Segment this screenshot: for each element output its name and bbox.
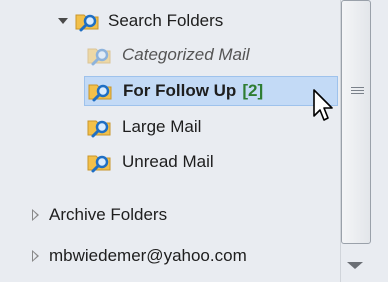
tree-item-archive-folders[interactable]: Archive Folders [32, 202, 167, 228]
tree-item-label: Search Folders [108, 11, 224, 30]
tree-item-label: Large Mail [122, 117, 202, 136]
search-folder-icon [88, 84, 112, 102]
search-folder-icon [87, 120, 111, 138]
vertical-scrollbar[interactable] [340, 0, 377, 282]
tree-item-label: mbwiedemer@yahoo.com [49, 246, 247, 265]
tree-item-label: Archive Folders [49, 205, 168, 224]
tree-item-label: Unread Mail [122, 152, 214, 171]
mouse-pointer-icon [313, 89, 333, 121]
tree-item-for-follow-up[interactable]: For Follow Up [2] [84, 76, 338, 106]
grip-icon [351, 87, 364, 96]
tree-item-large-mail[interactable]: Large Mail [86, 114, 201, 140]
search-folder-icon [75, 14, 99, 32]
scroll-down-arrow-icon[interactable] [347, 262, 363, 269]
tree-item-unread-mail[interactable]: Unread Mail [86, 149, 214, 175]
tree-item-label: For Follow Up [123, 81, 237, 100]
unread-count-badge: [2] [242, 81, 264, 100]
search-folder-icon [87, 48, 111, 66]
scrollbar-thumb[interactable] [341, 0, 371, 244]
tree-item-categorized-mail[interactable]: Categorized Mail [86, 42, 250, 68]
expand-arrow-icon[interactable] [32, 250, 39, 262]
search-folder-icon [87, 155, 111, 173]
folder-pane: Search Folders Categorized Mail For Foll… [0, 0, 340, 282]
expand-arrow-icon[interactable] [32, 209, 39, 221]
tree-item-label: Categorized Mail [122, 45, 250, 64]
tree-item-search-folders[interactable]: Search Folders [58, 8, 223, 34]
expand-arrow-icon[interactable] [58, 18, 68, 24]
tree-item-account[interactable]: mbwiedemer@yahoo.com [32, 243, 247, 269]
